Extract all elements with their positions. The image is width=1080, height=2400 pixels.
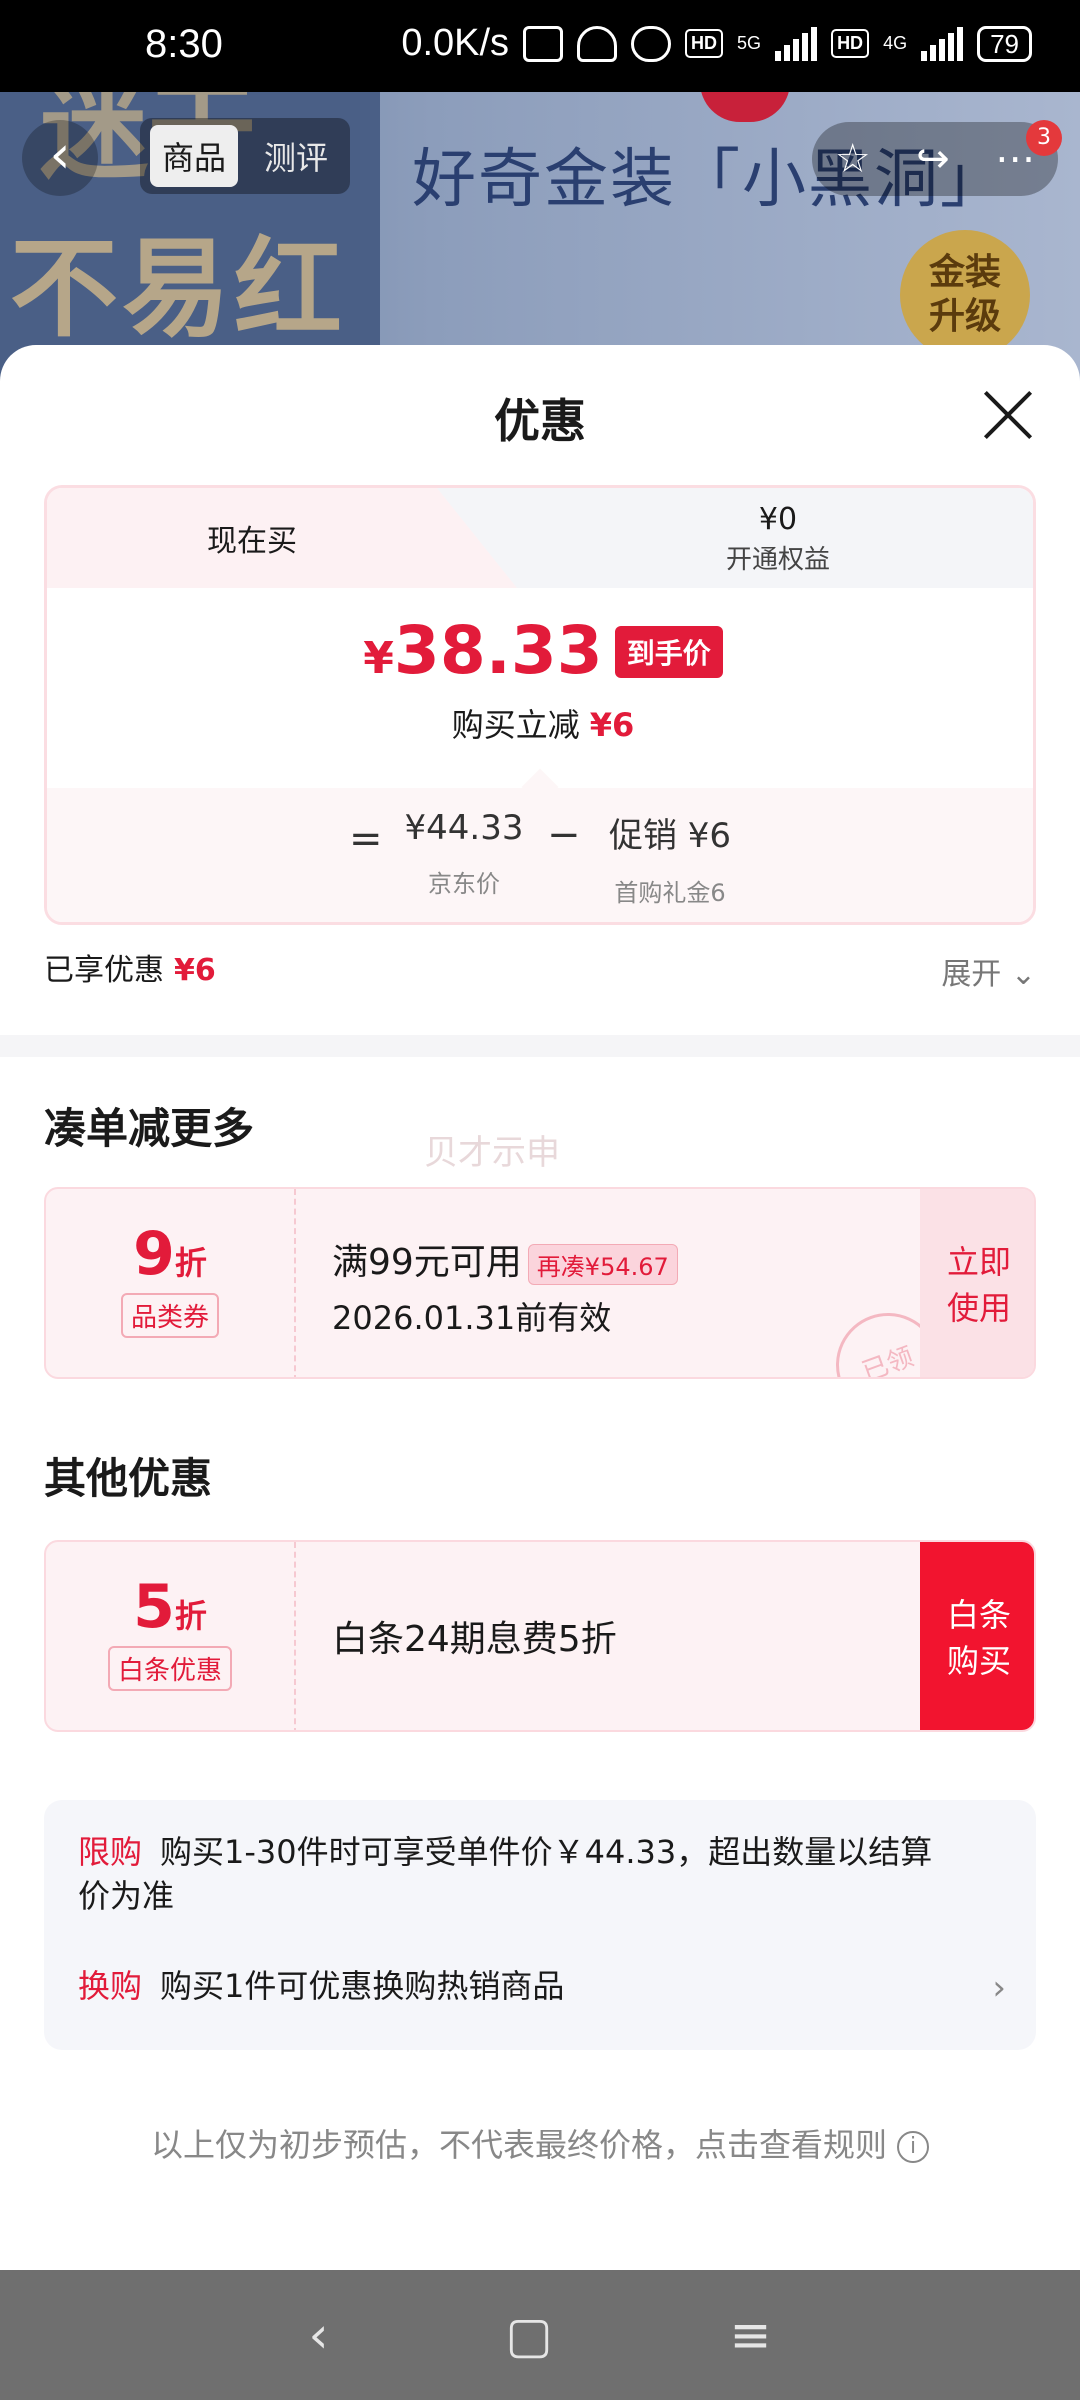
base-price-label: 京东价 [428,870,500,898]
discount-line: 购买立减 ¥6 [47,700,1033,746]
coupon-value: 9折 品类券 [46,1189,296,1377]
enjoyed-label: 已享优惠 [44,953,164,988]
baitiao-buy-label: 白条购买 [946,1596,1011,1680]
price-tabbar: 现在买 ¥0 开通权益 [47,488,1033,588]
nav-menu-icon[interactable]: ≡ [730,2306,772,2364]
enjoyed-value: ¥6 [174,953,216,988]
discount-value: ¥6 [589,706,635,744]
notify-badge: 3 [1026,120,1062,156]
exchange-text: 购买1件可优惠换购热销商品 [160,1967,565,2005]
tab-product[interactable]: 商品 [150,125,239,187]
section-more-title: 凑单减更多 [44,1104,255,1153]
discount-sheet: 优惠 现在买 ¥0 开通权益 ¥ 38.33 到手价 购买立减 ¥6 = ¥44… [0,345,1080,2270]
baitiao-coupon: 5折 白条优惠 白条24期息费5折 白条购买 [44,1540,1036,1732]
price-breakdown: = ¥44.33 京东价 − 促销 ¥6 首购礼金6 [47,768,1033,922]
favorite-star-icon[interactable]: ☆ [835,136,871,182]
chevron-right-icon[interactable]: › [992,1968,1006,2008]
category-coupon: 9折 品类券 满99元可用 再凑¥54.67 2026.01.31前有效 已领 立… [44,1187,1036,1379]
coupon-condition-text: 满99元可用 [332,1242,522,1283]
signal-4g-icon: 4G [883,33,908,53]
signal-icon-2 [921,26,964,61]
equals-sign: = [349,816,383,862]
signal-icon [775,26,818,61]
limit-key: 限购 [78,1833,143,1871]
back-button[interactable]: ‹ [22,120,98,196]
final-price-tag: 到手价 [614,626,723,678]
price-value: 38.33 [393,612,603,689]
limit-row: 限购 购买1-30件时可享受单件价￥44.33，超出数量以结算 价为准 [78,1830,932,1918]
disclaimer-text: 以上仅为初步预估，不代表最终价格，点击查看规则 [150,2126,887,2164]
top-tabs: 商品 测评 [140,118,351,194]
sheet-title: 优惠 [494,394,586,448]
coupon-details: 满99元可用 再凑¥54.67 2026.01.31前有效 [332,1233,678,1339]
promo-col: 促销 ¥6 首购礼金6 [595,808,745,908]
battery-icon: 79 [977,25,1032,62]
exchange-row[interactable]: 换购 购买1件可优惠换购热销商品 [78,1964,564,2008]
baitiao-desc: 白条24期息费5折 [332,1619,617,1660]
info-icon[interactable]: i [897,2131,929,2163]
status-time: 8:30 [145,22,223,66]
coupon-rate-num: 9 [133,1219,175,1289]
purchase-info: 限购 购买1-30件时可享受单件价￥44.33，超出数量以结算 价为准 换购 购买1… [44,1800,1036,2050]
nav-back-icon[interactable]: ‹ [308,2306,328,2364]
price-currency: ¥ [363,633,394,684]
baitiao-type: 白条优惠 [107,1646,232,1691]
final-price-block: ¥ 38.33 到手价 购买立减 ¥6 [47,588,1033,788]
use-now-button[interactable]: 立即使用 [920,1189,1034,1377]
final-price: ¥ 38.33 到手价 [47,612,1033,689]
net-speed: 0.0K/s [401,22,510,64]
promo-value: 促销 ¥6 [608,816,732,856]
system-nav-bar: ‹ ▢ ≡ [0,2270,1080,2400]
banner-badge: 金装升级 [900,230,1030,360]
expand-button[interactable]: 展开 ⌄ [941,949,1036,993]
coupon-rate-unit: 折 [174,1244,207,1282]
alarm-icon [631,25,672,62]
disclaimer[interactable]: 以上仅为初步预估，不代表最终价格，点击查看规则 i [0,2120,1080,2166]
mute-icon [577,25,618,62]
coupon-condition: 满99元可用 再凑¥54.67 [332,1233,678,1285]
use-now-label: 立即使用 [946,1243,1011,1327]
coupon-type: 品类券 [120,1293,219,1338]
tab-member-label: 开通权益 [725,545,830,575]
coupon-rate: 9折 [46,1219,294,1289]
tab-member-value: ¥0 [758,502,798,537]
signal-5g-icon: 5G [737,33,762,53]
coupon-gap-badge: 再凑¥54.67 [527,1243,678,1285]
enjoyed-discount: 已享优惠 ¥6 [44,945,216,989]
exchange-key: 换购 [78,1967,143,2005]
nav-home-icon[interactable]: ▢ [505,2306,552,2364]
section-other-title: 其他优惠 [44,1454,213,1503]
banner-badge-text: 金装升级 [928,252,1001,337]
hd-icon: HD [685,29,724,58]
coupon-valid: 2026.01.31前有效 [332,1299,612,1337]
baitiao-buy-button[interactable]: 白条购买 [920,1542,1034,1730]
baitiao-value: 5折 白条优惠 [46,1542,296,1730]
hd-icon-2: HD [831,29,870,58]
brand-logo [700,92,790,122]
base-price-col: ¥44.33 京东价 [399,808,529,899]
nfc-icon [523,25,564,62]
watermark: 贝才示申 [424,1133,560,1173]
tab-member[interactable]: ¥0 开通权益 [517,502,1033,576]
banner-slogan: 不易红 [10,231,347,350]
base-price: ¥44.33 [404,808,524,848]
baitiao-rate: 5折 [46,1572,294,1642]
top-actions: ☆ ↪ ⋯ [812,122,1058,196]
section-divider [0,1035,1080,1057]
share-icon[interactable]: ↪ [916,136,950,182]
price-card: 现在买 ¥0 开通权益 ¥ 38.33 到手价 购买立减 ¥6 = ¥44.33 … [44,485,1036,925]
tab-review[interactable]: 测评 [252,125,340,187]
limit-text-2: 价为准 [78,1877,175,1915]
status-bar: 8:30 0.0K/s HD 5G HD 4G 79 [0,0,1080,92]
status-icons: 0.0K/s HD 5G HD 4G 79 [401,22,1032,65]
tab-buy-now-label: 现在买 [207,524,297,559]
baitiao-rate-num: 5 [133,1572,175,1642]
close-icon[interactable] [982,389,1034,441]
discount-label: 购买立减 [451,706,580,744]
minus-sign: − [547,812,581,858]
limit-text: 购买1-30件时可享受单件价￥44.33，超出数量以结算 [160,1833,933,1871]
baitiao-rate-unit: 折 [174,1597,207,1635]
promo-label: 首购礼金6 [614,879,726,907]
